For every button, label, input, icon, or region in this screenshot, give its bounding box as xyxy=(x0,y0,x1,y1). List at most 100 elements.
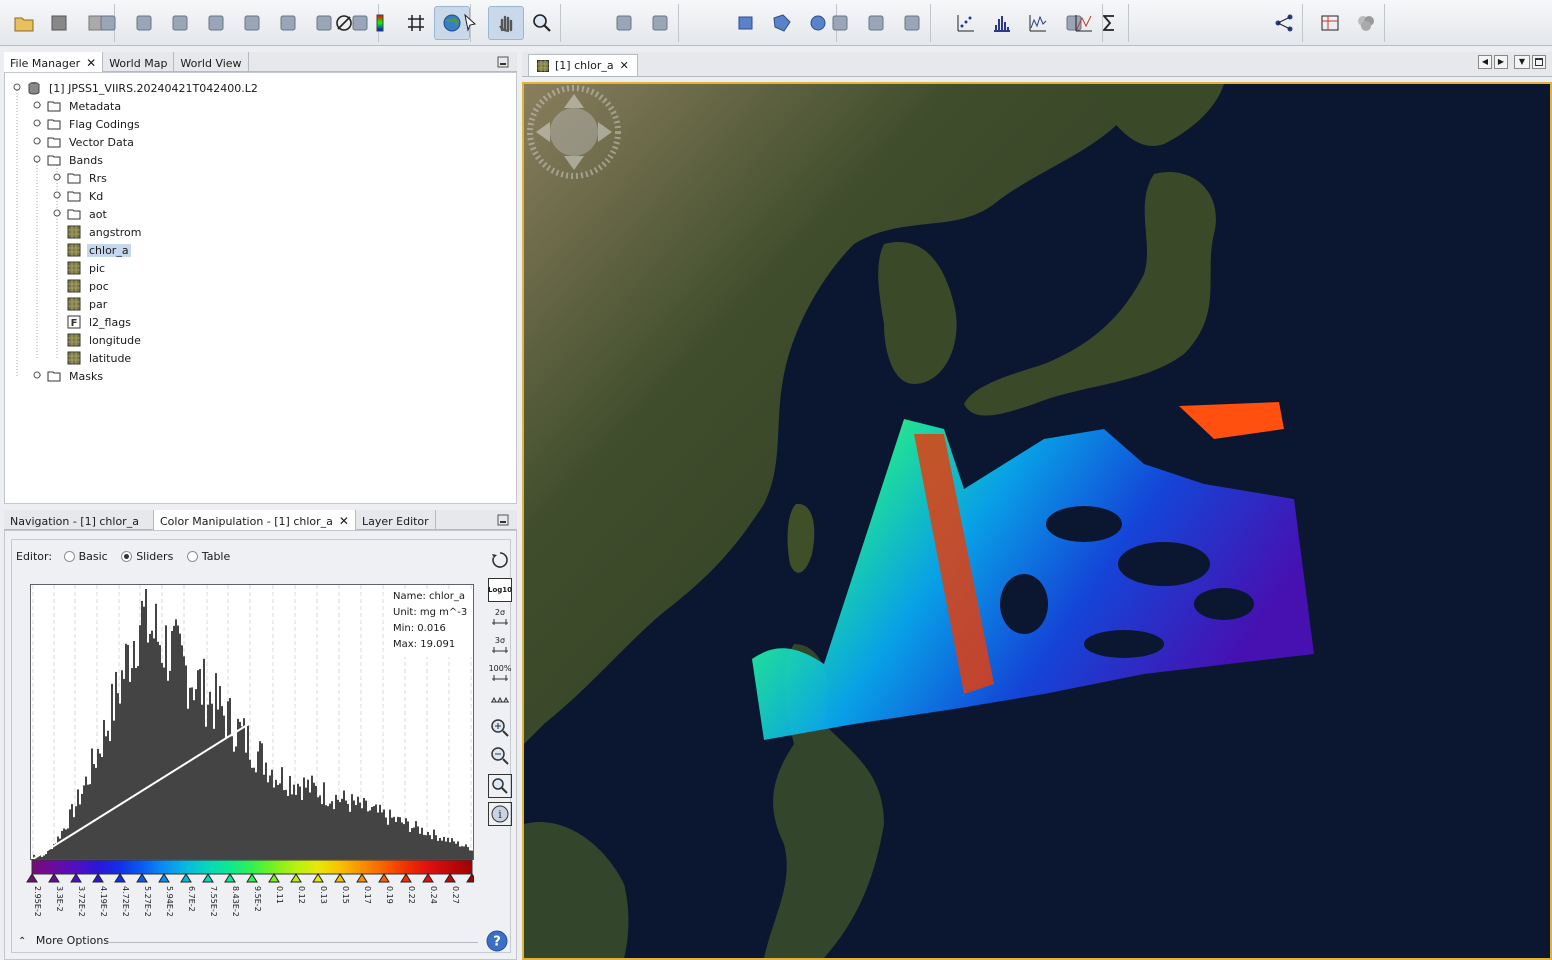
color-slider-handle[interactable] xyxy=(158,873,170,883)
color-slider-handle[interactable] xyxy=(136,873,148,883)
close-icon[interactable]: ✕ xyxy=(339,514,349,528)
close-icon[interactable]: ✕ xyxy=(86,56,96,70)
help-icon[interactable]: ? xyxy=(486,930,508,952)
color-slider-handle[interactable] xyxy=(422,873,434,883)
mosaic-button[interactable] xyxy=(162,6,198,40)
sigma2-button[interactable]: 2σ xyxy=(488,604,512,628)
collapsed-toggle-icon[interactable] xyxy=(33,101,41,109)
color-bar-button[interactable] xyxy=(362,6,398,40)
magic-wand-button[interactable] xyxy=(822,6,858,40)
color-slider-handle[interactable] xyxy=(378,873,390,883)
color-slider-handle[interactable] xyxy=(224,873,236,883)
tree-folder-flag-codings[interactable]: Flag Codings xyxy=(47,115,142,133)
pan-tool-button[interactable] xyxy=(488,6,524,40)
export-button[interactable] xyxy=(642,6,678,40)
color-slider-handle[interactable] xyxy=(312,873,324,883)
tab-world-view[interactable]: World View xyxy=(174,52,249,72)
tree-band-par[interactable]: par xyxy=(67,295,109,313)
color-slider-handle[interactable] xyxy=(202,873,214,883)
mode-sliders[interactable]: Sliders xyxy=(121,550,173,563)
color-slider-bar[interactable]: 2.95E-2 3.3E-2 3.72E-2 4.19E-2 4.72E-2 5.27E-… xyxy=(24,858,474,928)
color-slider-handle[interactable] xyxy=(180,873,192,883)
collapsed-toggle-icon[interactable] xyxy=(33,119,41,127)
color-slider-handle[interactable] xyxy=(356,873,368,883)
color-slider-handle[interactable] xyxy=(246,873,258,883)
collapsed-toggle-icon[interactable] xyxy=(53,209,61,217)
zoom-in-vertical-icon[interactable] xyxy=(488,716,512,740)
tree-folder-bands[interactable]: Bands xyxy=(47,151,105,169)
graticule-button[interactable] xyxy=(398,6,434,40)
color-slider-handle[interactable] xyxy=(400,873,412,883)
info-toggle-icon[interactable]: i xyxy=(488,802,512,826)
open-product-button[interactable] xyxy=(6,6,42,40)
histogram[interactable]: Name: chlor_a Unit: mg m^-3 Min: 0.016 M… xyxy=(30,584,474,860)
collapsed-toggle-icon[interactable] xyxy=(53,191,61,199)
tab-navigation[interactable]: Navigation - [1] chlor_a xyxy=(4,510,154,530)
minimize-icon[interactable] xyxy=(496,55,510,69)
tab-file-manager[interactable]: File Manager ✕ xyxy=(4,52,104,72)
expanded-toggle-icon[interactable] xyxy=(33,155,41,163)
histogram-button[interactable] xyxy=(984,6,1020,40)
log10-button[interactable]: Log10 xyxy=(488,578,512,602)
tree-folder-vector-data[interactable]: Vector Data xyxy=(47,133,136,151)
gcp-placing-button[interactable] xyxy=(894,6,930,40)
reprojection-button[interactable] xyxy=(270,6,306,40)
tab-world-map[interactable]: World Map xyxy=(103,52,175,72)
pct100-button[interactable]: 100% xyxy=(488,660,512,684)
tree-band-angstrom[interactable]: angstrom xyxy=(67,223,143,241)
tree-band-pic[interactable]: pic xyxy=(67,259,107,277)
tree-band-poc[interactable]: poc xyxy=(67,277,111,295)
tab-list-icon[interactable]: ▼ xyxy=(1514,55,1530,69)
minimize-icon[interactable] xyxy=(496,513,510,527)
color-slider-handle[interactable] xyxy=(466,873,474,883)
scroll-right-icon[interactable]: ▶ xyxy=(1494,55,1508,69)
tab-image-view[interactable]: [1] chlor_a ✕ xyxy=(528,54,638,76)
mode-basic[interactable]: Basic xyxy=(63,550,108,563)
sigma3-button[interactable]: 3σ xyxy=(488,632,512,656)
spectrum-button[interactable] xyxy=(1066,6,1102,40)
more-options-row[interactable]: ⌃ More Options xyxy=(18,934,498,950)
profile-plot-button[interactable] xyxy=(1020,6,1056,40)
rgb-button[interactable] xyxy=(1348,6,1384,40)
collocation-button[interactable] xyxy=(198,6,234,40)
tree-folder-kd[interactable]: Kd xyxy=(67,187,105,205)
color-slider-handle[interactable] xyxy=(70,873,82,883)
collapsed-toggle-icon[interactable] xyxy=(33,137,41,145)
tree-folder-masks[interactable]: Masks xyxy=(47,367,105,385)
pin-placing-button[interactable] xyxy=(858,6,894,40)
maximize-icon[interactable] xyxy=(1532,55,1546,69)
tree-band-longitude[interactable]: longitude xyxy=(67,331,143,349)
tree-product-root[interactable]: [1] JPSS1_VIIRS.20240421T042400.L2 xyxy=(27,79,260,97)
zoom-all-icon[interactable] xyxy=(488,774,512,798)
collapsed-toggle-icon[interactable] xyxy=(33,371,41,379)
zoom-tool-button[interactable] xyxy=(524,6,560,40)
subset-button[interactable] xyxy=(126,6,162,40)
zoom-out-vertical-icon[interactable] xyxy=(488,744,512,768)
scroll-left-icon[interactable]: ◀ xyxy=(1478,55,1492,69)
color-slider-handle[interactable] xyxy=(334,873,346,883)
expanded-toggle-icon[interactable] xyxy=(13,83,21,91)
band-maths-button[interactable] xyxy=(90,6,126,40)
tree-folder-aot[interactable]: aot xyxy=(67,205,109,223)
tree-folder-rrs[interactable]: Rrs xyxy=(67,169,109,187)
polygon-draw-button[interactable] xyxy=(764,6,800,40)
mode-table[interactable]: Table xyxy=(186,550,230,563)
image-view-canvas[interactable] xyxy=(522,82,1552,960)
color-slider-handle[interactable] xyxy=(114,873,126,883)
color-slider-handle[interactable] xyxy=(444,873,456,883)
tree-folder-metadata[interactable]: Metadata xyxy=(47,97,123,115)
pin-manager-button[interactable] xyxy=(606,6,642,40)
graph-builder-button[interactable] xyxy=(234,6,270,40)
reset-icon[interactable] xyxy=(488,548,512,572)
tab-color-manipulation[interactable]: Color Manipulation - [1] chlor_a ✕ xyxy=(154,510,356,530)
collapsed-toggle-icon[interactable] xyxy=(53,173,61,181)
layout-button[interactable] xyxy=(1312,6,1348,40)
scatter-plot-button[interactable] xyxy=(948,6,984,40)
select-tool-button[interactable] xyxy=(452,6,488,40)
close-product-button[interactable] xyxy=(42,6,78,40)
rectangle-draw-button[interactable] xyxy=(728,6,764,40)
tree-band-l2-flags[interactable]: Fl2_flags xyxy=(67,313,133,331)
color-slider-handle[interactable] xyxy=(26,873,38,883)
tab-layer-editor[interactable]: Layer Editor xyxy=(356,510,436,530)
tree-band-chlor-a[interactable]: chlor_a xyxy=(67,241,131,259)
